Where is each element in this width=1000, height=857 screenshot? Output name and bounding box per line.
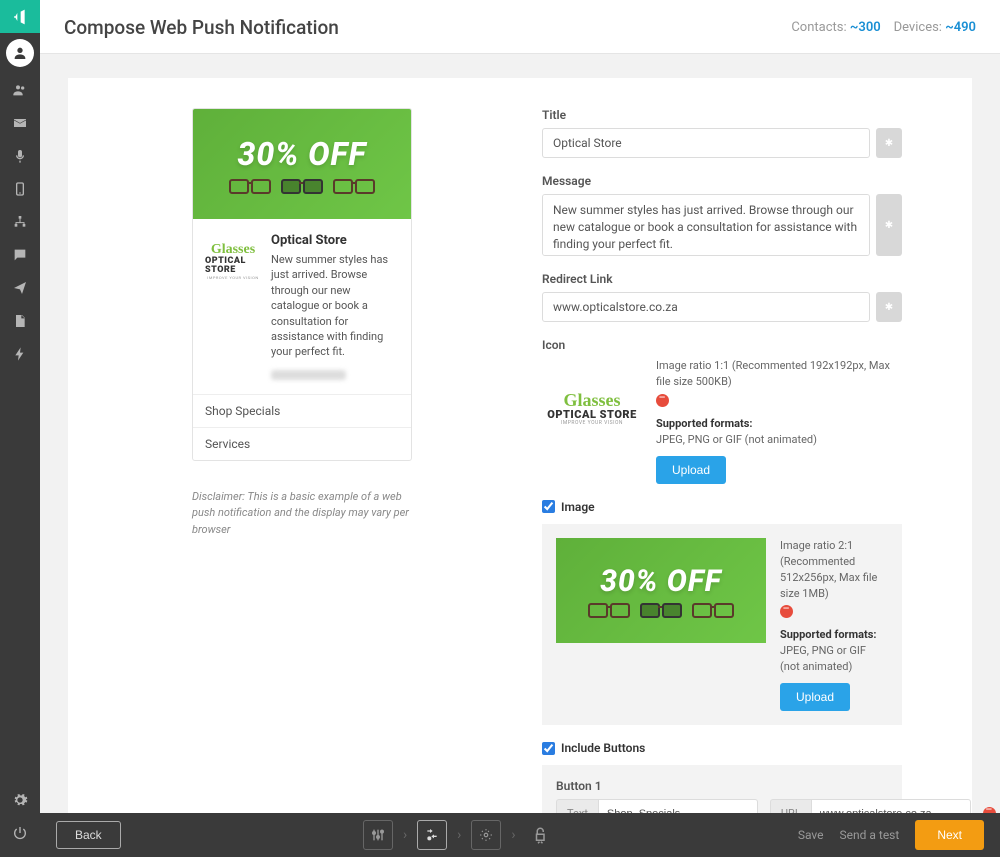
preview-button-2: Services [193,427,411,460]
glasses-icon [692,603,734,617]
title-token-button[interactable] [876,128,902,158]
preview-button-1: Shop Specials [193,395,411,427]
icon-remove-button[interactable] [656,394,669,407]
sidebar-mic[interactable] [0,139,40,172]
form-column: Title Message New summer styles has just… [542,108,902,789]
notification-preview: 30% OFF Glasses OPTICAL STORE IMPROVE YO… [192,108,412,461]
preview-logo-icon: Glasses OPTICAL STORE IMPROVE YOUR VISIO… [205,233,261,289]
content-area: 30% OFF Glasses OPTICAL STORE IMPROVE YO… [40,54,1000,813]
button1-heading: Button 1 [556,779,888,793]
image-upload-button[interactable]: Upload [780,683,850,711]
preview-title: Optical Store [271,233,399,248]
footer-bar: Back › › › Save Send a test Next [40,813,1000,857]
glasses-icon [640,603,682,617]
preview-message: New summer styles has just arrived. Brow… [271,252,399,360]
image-remove-button[interactable] [780,605,793,618]
glasses-icon [281,179,323,193]
disclaimer-text: Disclaimer: This is a basic example of a… [192,489,412,539]
step-compose-icon[interactable] [417,820,447,850]
preview-buttons: Shop Specials Services [193,394,411,460]
sidebar-profile[interactable] [6,39,34,67]
icon-preview: Glasses OPTICAL STORE IMPROVE YOUR VISIO… [542,358,642,458]
step-schedule-icon[interactable] [471,820,501,850]
icon-ratio-text: Image ratio 1:1 (Recommented 192x192px, … [656,358,902,390]
sidebar-send[interactable] [0,271,40,304]
chevron-right-icon: › [403,827,407,843]
image-ratio-text: Image ratio 2:1 (Recommented 512x256px, … [780,538,888,602]
icon-upload-button[interactable]: Upload [656,456,726,484]
button1-remove[interactable] [983,807,996,813]
send-test-link[interactable]: Send a test [840,828,900,842]
chevron-right-icon: › [457,827,461,843]
glasses-icon [229,179,271,193]
preview-column: 30% OFF Glasses OPTICAL STORE IMPROVE YO… [192,108,482,789]
title-input[interactable] [542,128,870,158]
sidebar-chat[interactable] [0,238,40,271]
next-button[interactable]: Next [915,820,984,850]
header-stats: Contacts: ~300 Devices: ~490 [791,20,976,35]
step-confirm-icon[interactable] [526,820,556,850]
back-button[interactable]: Back [56,821,121,849]
sidebar-tree[interactable] [0,205,40,238]
glasses-icon [588,603,630,617]
page-title: Compose Web Push Notification [64,16,339,39]
icon-label: Icon [542,338,902,352]
sidebar-announce[interactable] [0,0,40,33]
image-checkbox-label[interactable]: Image [561,500,595,514]
button1-url-input[interactable] [811,799,971,813]
step-settings-icon[interactable] [363,820,393,850]
redirect-label: Redirect Link [542,272,902,286]
sidebar-settings[interactable] [0,783,40,816]
sidebar-contacts[interactable] [0,73,40,106]
step-indicator: › › › [133,820,786,850]
button1-text-input[interactable] [598,799,758,813]
message-label: Message [542,174,902,188]
message-input[interactable]: New summer styles has just arrived. Brow… [542,194,870,256]
sidebar-mail[interactable] [0,106,40,139]
redirect-token-button[interactable] [876,292,902,322]
sidebar-mobile[interactable] [0,172,40,205]
glasses-icon [333,179,375,193]
sidebar-doc[interactable] [0,304,40,337]
preview-hero-image: 30% OFF [193,109,411,219]
page-header: Compose Web Push Notification Contacts: … [40,0,1000,54]
sidebar-bolt[interactable] [0,337,40,370]
message-token-button[interactable] [876,194,902,256]
title-label: Title [542,108,902,122]
include-buttons-label[interactable]: Include Buttons [561,741,645,755]
image-preview: 30% OFF [556,538,766,643]
redirect-input[interactable] [542,292,870,322]
sidebar [0,0,40,857]
sidebar-power[interactable] [0,816,40,849]
image-checkbox[interactable] [542,500,555,513]
include-buttons-checkbox[interactable] [542,742,555,755]
save-link[interactable]: Save [798,828,824,842]
chevron-right-icon: › [511,827,515,843]
preview-domain-blur [271,370,346,380]
